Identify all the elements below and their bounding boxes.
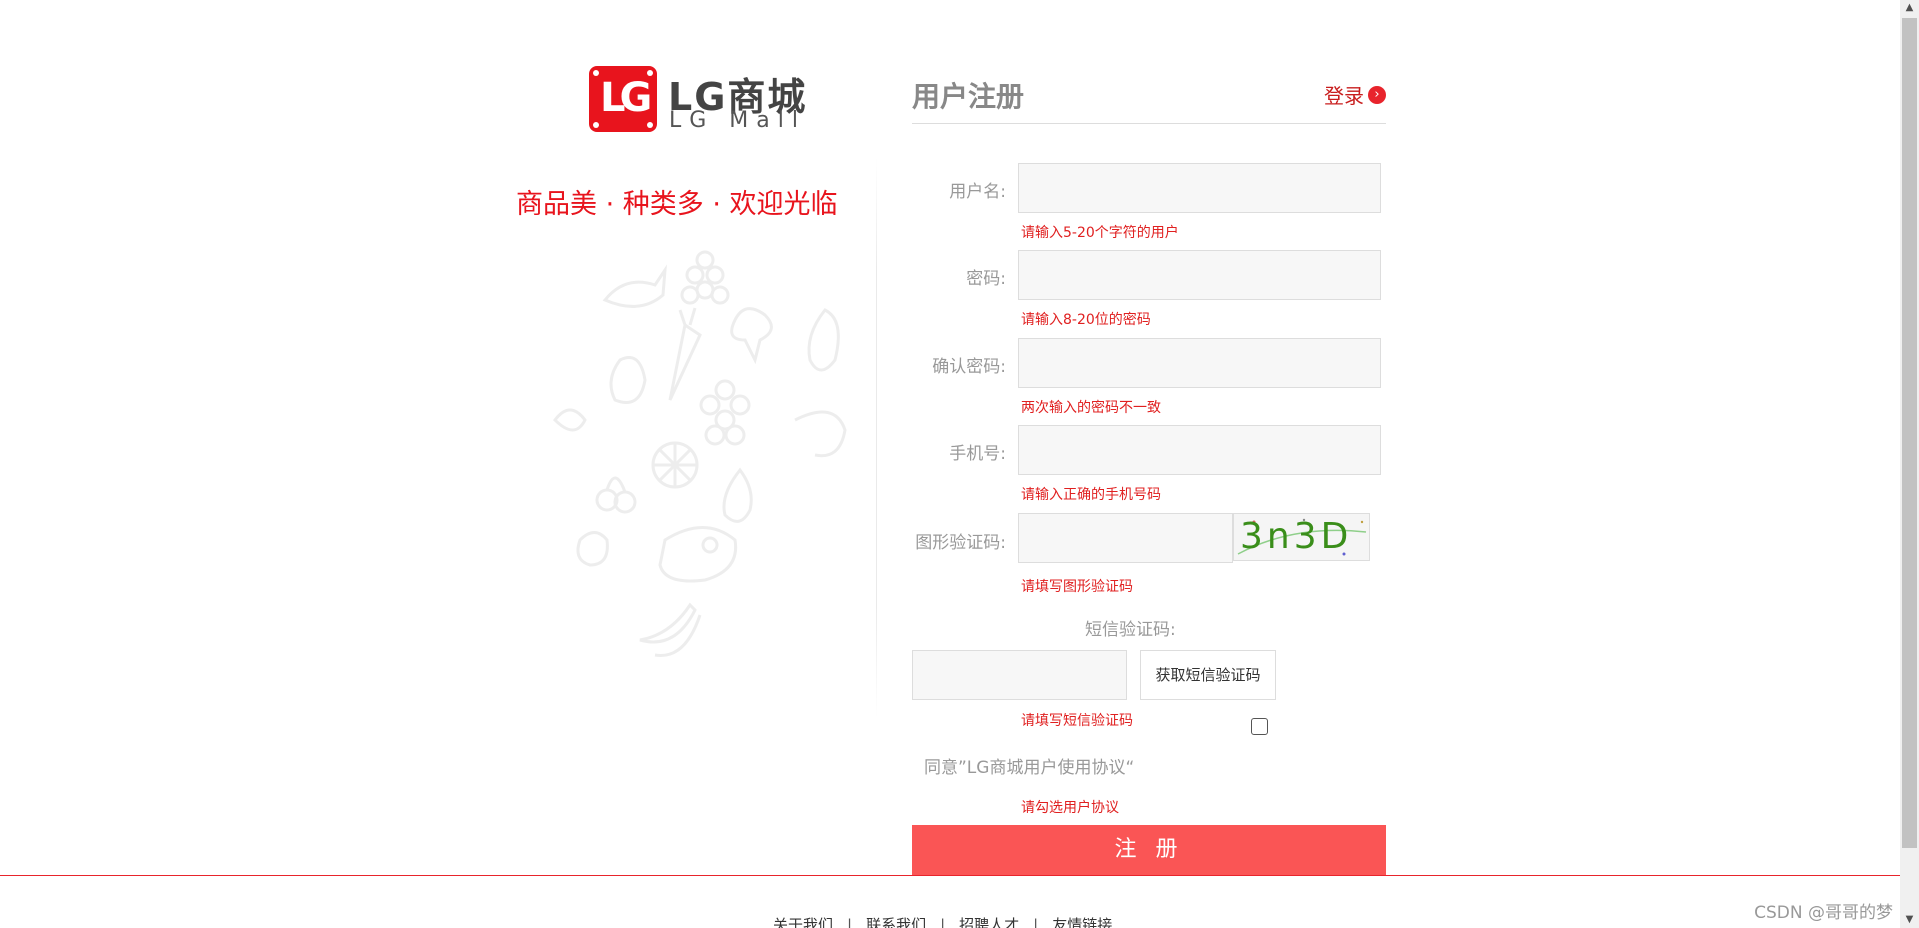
logo[interactable]: LG LG商城 LG Mall xyxy=(589,66,819,134)
password-input[interactable] xyxy=(1018,250,1381,300)
logo-letters: LG xyxy=(600,75,652,121)
footer-separator: | xyxy=(940,916,946,928)
sms-label: 短信验证码: xyxy=(1085,620,1176,640)
register-button[interactable]: 注 册 xyxy=(912,825,1386,875)
logo-mark-icon: LG xyxy=(589,66,657,132)
vertical-divider xyxy=(876,158,877,718)
phone-hint: 请输入正确的手机号码 xyxy=(1021,487,1161,503)
username-label: 用户名: xyxy=(949,182,1006,202)
form-title: 用户注册 xyxy=(912,80,1025,113)
captcha-hint: 请填写图形验证码 xyxy=(1021,579,1133,595)
scroll-down-icon[interactable]: ▼ xyxy=(1900,912,1919,928)
captcha-label: 图形验证码: xyxy=(915,533,1006,553)
footer-link-about[interactable]: 关于我们 xyxy=(773,916,833,928)
footer-link-contact[interactable]: 联系我们 xyxy=(866,916,926,928)
footer-link-friends[interactable]: 友情链接 xyxy=(1052,916,1112,928)
watermark: CSDN @哥哥的梦 xyxy=(1754,903,1893,923)
sms-input[interactable] xyxy=(912,650,1127,700)
footer-divider xyxy=(0,875,1900,876)
login-link[interactable]: 登录 › xyxy=(1324,80,1386,109)
vertical-scrollbar[interactable]: ▲ ▼ xyxy=(1900,0,1919,928)
captcha-text: 3n3D xyxy=(1240,516,1353,557)
logo-subtitle: LG Mall xyxy=(669,108,806,133)
confirm-password-input[interactable] xyxy=(1018,338,1381,388)
form-header: 用户注册 登录 › xyxy=(912,70,1386,124)
food-illustration-icon xyxy=(553,250,847,657)
scroll-up-icon[interactable]: ▲ xyxy=(1900,0,1919,16)
username-hint: 请输入5-20个字符的用户 xyxy=(1021,225,1179,241)
slogan: 商品美 · 种类多 · 欢迎光临 xyxy=(516,189,838,220)
footer-separator: | xyxy=(1033,916,1039,928)
password-label: 密码: xyxy=(966,269,1006,289)
arrow-right-icon: › xyxy=(1368,85,1386,104)
captcha-image[interactable]: 3n3D xyxy=(1233,513,1370,561)
scrollbar-thumb[interactable] xyxy=(1902,18,1917,848)
login-link-label: 登录 xyxy=(1324,84,1364,108)
get-sms-code-button[interactable]: 获取短信验证码 xyxy=(1140,650,1276,700)
footer-link-jobs[interactable]: 招聘人才 xyxy=(959,916,1019,928)
phone-input[interactable] xyxy=(1018,425,1381,475)
page: LG LG商城 LG Mall 商品美 · 种类多 · 欢迎光临 用户注册 登录… xyxy=(0,0,1919,928)
confirm-password-hint: 两次输入的密码不一致 xyxy=(1021,400,1161,416)
sms-hint: 请填写短信验证码 xyxy=(1021,713,1133,729)
agreement-checkbox[interactable] xyxy=(1251,718,1268,735)
password-hint: 请输入8-20位的密码 xyxy=(1021,312,1151,328)
phone-label: 手机号: xyxy=(949,444,1006,464)
agreement-text: 同意”LG商城用户使用协议“ xyxy=(924,758,1135,778)
confirm-password-label: 确认密码: xyxy=(932,357,1006,377)
footer-links: 关于我们 | 联系我们 | 招聘人才 | 友情链接 xyxy=(773,914,1112,928)
footer-separator: | xyxy=(847,916,853,928)
username-input[interactable] xyxy=(1018,163,1381,213)
agreement-hint: 请勾选用户协议 xyxy=(1021,800,1119,816)
captcha-input[interactable] xyxy=(1018,513,1233,563)
